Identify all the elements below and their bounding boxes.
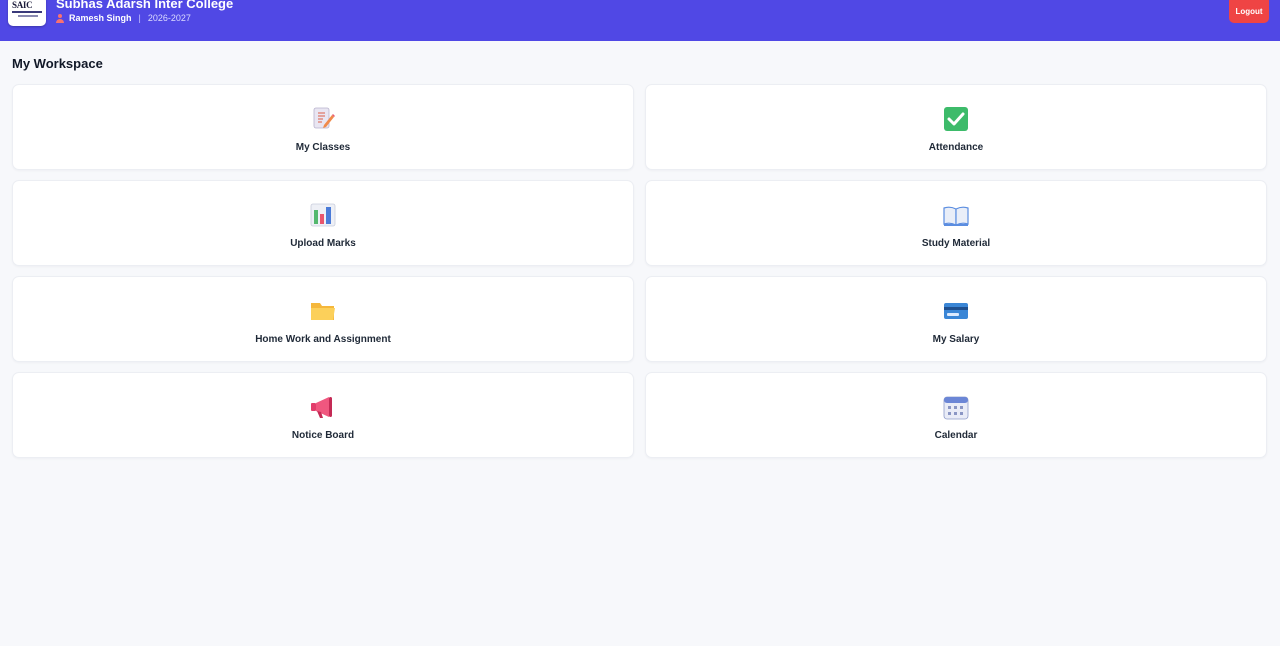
book-icon <box>943 202 969 228</box>
top-navbar: SAIC Subhas Adarsh Inter College Ramesh … <box>0 0 1280 41</box>
folder-icon <box>310 298 336 324</box>
workspace-grid: My Classes Attendance Upload Marks Study… <box>12 84 1267 458</box>
card-upload-marks[interactable]: Upload Marks <box>12 180 634 266</box>
user-icon <box>56 13 64 23</box>
separator: | <box>138 13 141 23</box>
memo-icon <box>310 106 336 132</box>
calendar-icon <box>943 394 969 420</box>
card-my-classes[interactable]: My Classes <box>12 84 634 170</box>
card-calendar[interactable]: Calendar <box>645 372 1267 458</box>
card-label: Upload Marks <box>290 237 356 249</box>
card-notice-board[interactable]: Notice Board <box>12 372 634 458</box>
card-label: Attendance <box>928 141 984 153</box>
user-session-info: Ramesh Singh | 2026-2027 <box>56 13 191 23</box>
page-title: My Workspace <box>12 56 103 71</box>
credit-card-icon <box>943 298 969 324</box>
card-study-material[interactable]: Study Material <box>645 180 1267 266</box>
checkbox-icon <box>943 106 969 132</box>
card-label: Home Work and Assignment <box>255 333 391 345</box>
card-label: My Classes <box>295 141 351 153</box>
card-label: Notice Board <box>291 429 355 441</box>
card-my-salary[interactable]: My Salary <box>645 276 1267 362</box>
user-name: Ramesh Singh <box>69 13 132 23</box>
card-attendance[interactable]: Attendance <box>645 84 1267 170</box>
bar-chart-icon <box>310 202 336 228</box>
megaphone-icon <box>310 394 336 420</box>
session-year: 2026-2027 <box>147 13 191 23</box>
card-label: Calendar <box>934 429 978 441</box>
college-logo[interactable]: SAIC <box>8 0 46 26</box>
logout-button[interactable]: Logout <box>1229 0 1269 23</box>
card-homework-assignment[interactable]: Home Work and Assignment <box>12 276 634 362</box>
card-label: Study Material <box>921 237 991 249</box>
college-name: Subhas Adarsh Inter College <box>56 0 234 11</box>
card-label: My Salary <box>932 333 980 345</box>
